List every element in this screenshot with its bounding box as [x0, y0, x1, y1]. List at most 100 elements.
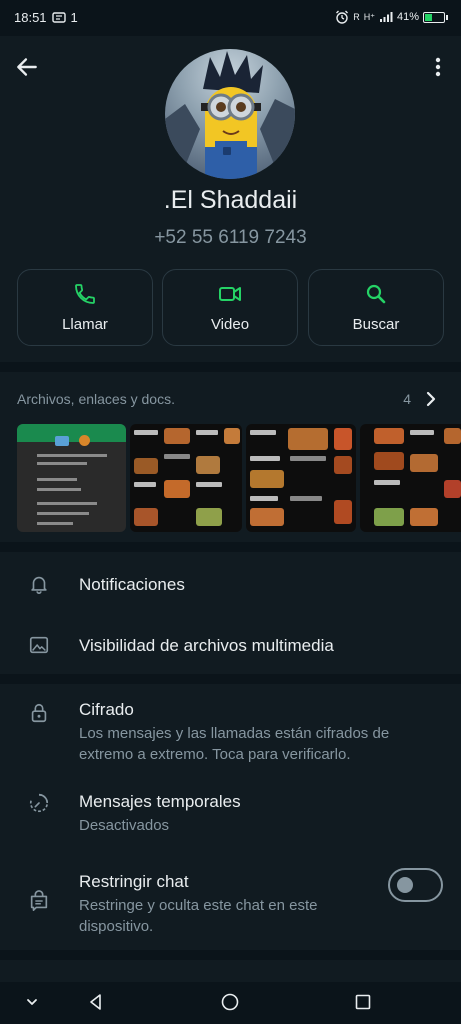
nav-home-icon[interactable] [220, 992, 240, 1012]
lock-icon [31, 703, 47, 723]
menu-heading [250, 496, 278, 501]
menu-row [290, 456, 326, 461]
media-visibility-row[interactable]: Visibilidad de archivos multimedia [0, 614, 461, 674]
food-photo [374, 428, 404, 444]
battery-fill [425, 13, 432, 21]
video-icon [219, 287, 241, 301]
system-navigation-bar [0, 982, 461, 1024]
battery-icon [423, 11, 448, 23]
nav-recents-icon[interactable] [353, 992, 373, 1012]
restrict-chat-title: Restringir chat [79, 872, 189, 891]
media-count: 4 [403, 391, 411, 407]
timer-icon [29, 793, 49, 813]
card-logo-icon [79, 435, 90, 446]
toggle-knob [397, 877, 413, 893]
food-photo [374, 452, 404, 470]
notification-count: 1 [70, 10, 78, 25]
contact-avatar[interactable] [165, 49, 295, 179]
menu-heading [196, 482, 222, 487]
food-photo [334, 500, 352, 524]
more-options-icon[interactable] [429, 56, 447, 78]
alarm-icon [336, 10, 349, 24]
network-type: H⁺ [363, 11, 375, 22]
notifications-row[interactable]: Notificaciones [0, 552, 461, 614]
quick-actions: Llamar Video Buscar [17, 269, 444, 346]
call-label: Llamar [62, 316, 108, 333]
food-photo [444, 480, 461, 498]
encryption-title: Cifrado [79, 700, 134, 719]
food-photo [410, 508, 438, 526]
food-photo [288, 428, 328, 450]
food-photo [134, 458, 158, 474]
search-icon [366, 284, 386, 304]
next-section-partial [0, 960, 461, 982]
roaming-indicator: R [353, 12, 360, 22]
disappearing-messages-subtitle: Desactivados [79, 817, 170, 834]
card-text-line [37, 462, 87, 465]
card-text-line [37, 478, 77, 481]
message-notification-icon [51, 12, 66, 23]
encryption-row[interactable]: Cifrado Los mensajes y las llamadas está… [0, 684, 461, 774]
menu-row [164, 454, 190, 459]
video-button[interactable]: Video [162, 269, 298, 346]
bell-icon [31, 576, 47, 594]
media-visibility-label: Visibilidad de archivos multimedia [79, 636, 334, 655]
menu-heading [374, 480, 400, 485]
search-label: Buscar [352, 316, 400, 333]
restrict-chat-subtitle: Restringe y oculta este chat en este dis… [79, 897, 318, 935]
food-photo [334, 428, 352, 450]
card-text-line [37, 502, 97, 505]
status-right: R H⁺ 41% [335, 10, 448, 24]
battery-percent: 41% [396, 11, 419, 23]
restrict-chat-toggle[interactable] [388, 868, 443, 902]
food-photo [250, 470, 284, 488]
signal-icon [379, 12, 393, 22]
food-photo [224, 428, 240, 444]
food-photo [410, 454, 438, 472]
status-time: 18:51 [14, 10, 47, 25]
menu-heading [134, 482, 156, 487]
avatar-image [165, 51, 295, 179]
menu-heading [250, 456, 280, 461]
privacy-section: Cifrado Los mensajes y las llamadas está… [0, 684, 461, 950]
image-icon [29, 636, 49, 654]
lock-chat-icon [30, 890, 48, 911]
card-chip-icon [55, 436, 69, 446]
card-header-band [17, 424, 126, 442]
search-button[interactable]: Buscar [308, 269, 444, 346]
chevron-right-icon[interactable] [423, 390, 439, 408]
food-photo [374, 508, 404, 526]
phone-icon [75, 284, 95, 304]
contact-header: .El Shaddaii +52 55 6119 7243 Llamar Vid… [0, 36, 461, 362]
notifications-label: Notificaciones [79, 575, 185, 594]
card-text-line [37, 512, 89, 515]
food-photo [164, 480, 190, 498]
media-thumbnail-menu-1[interactable] [130, 424, 242, 532]
call-button[interactable]: Llamar [17, 269, 153, 346]
status-bar: 18:51 1 R H⁺ 41% [0, 0, 461, 36]
disappearing-messages-row[interactable]: Mensajes temporales Desactivados [0, 780, 461, 846]
media-thumbnail-card[interactable] [17, 424, 126, 532]
media-section-title: Archivos, enlaces y docs. [17, 391, 175, 407]
menu-heading [134, 430, 158, 435]
food-photo [164, 428, 190, 444]
video-label: Video [210, 316, 250, 333]
disappearing-messages-title: Mensajes temporales [79, 792, 241, 811]
food-photo [334, 456, 352, 474]
card-text-line [37, 488, 81, 491]
media-thumbnail-menu-2[interactable] [246, 424, 356, 532]
media-section[interactable]: Archivos, enlaces y docs. 4 [0, 372, 461, 542]
chevron-down-icon[interactable] [22, 992, 42, 1012]
food-photo [196, 508, 222, 526]
status-left: 18:51 1 [14, 10, 78, 25]
general-settings-section: Notificaciones Visibilidad de archivos m… [0, 552, 461, 674]
encryption-subtitle: Los mensajes y las llamadas están cifrad… [79, 725, 390, 763]
menu-heading [410, 430, 434, 435]
food-photo [444, 428, 461, 444]
card-text-line [37, 454, 107, 457]
food-photo [196, 456, 220, 474]
back-arrow-icon[interactable] [14, 54, 40, 80]
nav-back-icon[interactable] [86, 992, 106, 1012]
media-thumbnail-menu-3[interactable] [360, 424, 461, 532]
menu-row [290, 496, 322, 501]
